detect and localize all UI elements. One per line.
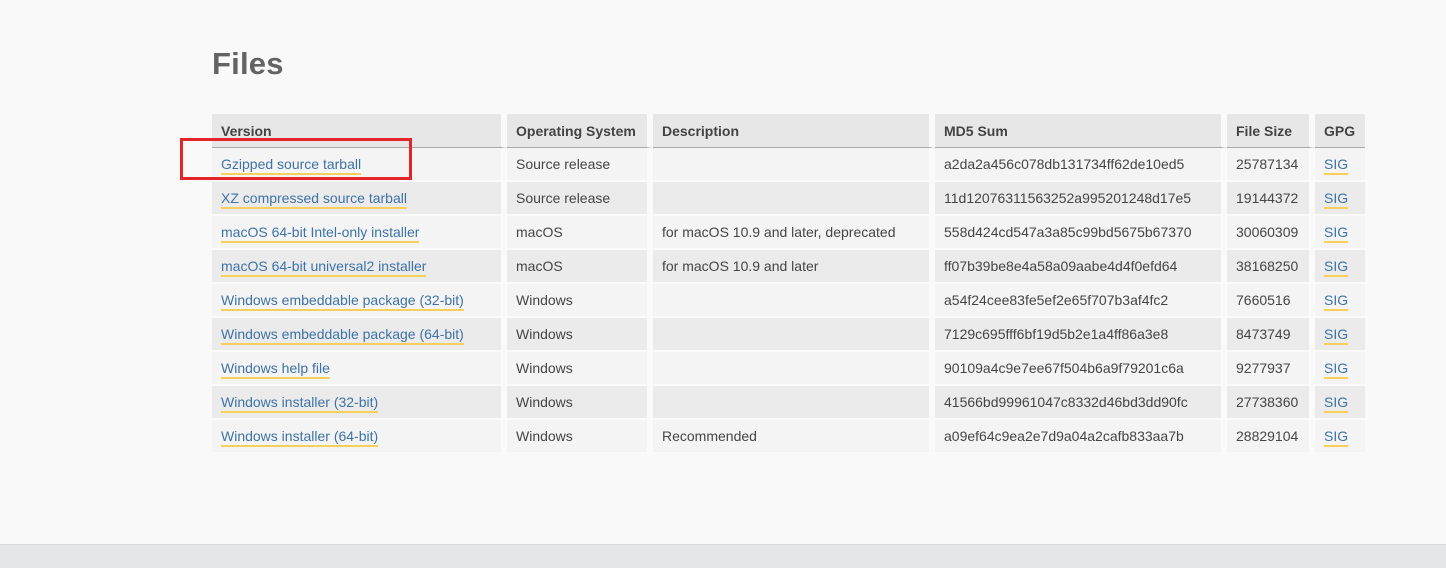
md5-cell: 11d12076311563252a995201248d17e5 (935, 182, 1227, 216)
file-link[interactable]: macOS 64-bit Intel-only installer (221, 224, 420, 243)
os-cell: macOS (507, 250, 653, 284)
sig-link[interactable]: SIG (1324, 258, 1349, 277)
file-link[interactable]: XZ compressed source tarball (221, 190, 407, 209)
gpg-cell: SIG (1315, 318, 1365, 352)
filesize-cell: 8473749 (1227, 318, 1315, 352)
column-header-filesize: File Size (1227, 114, 1315, 148)
column-header-os: Operating System (507, 114, 653, 148)
description-cell (653, 352, 935, 386)
version-cell: Windows help file (212, 352, 507, 386)
gpg-cell: SIG (1315, 284, 1365, 318)
sig-link[interactable]: SIG (1324, 156, 1349, 175)
sig-link[interactable]: SIG (1324, 224, 1349, 243)
filesize-cell: 19144372 (1227, 182, 1315, 216)
file-link[interactable]: Windows installer (64-bit) (221, 428, 379, 447)
description-cell: Recommended (653, 420, 935, 454)
table-row: macOS 64-bit universal2 installer macOS … (212, 250, 1365, 284)
description-cell (653, 386, 935, 420)
sig-link[interactable]: SIG (1324, 190, 1349, 209)
md5-cell: ff07b39be8e4a58a09aabe4d4f0efd64 (935, 250, 1227, 284)
md5-cell: a54f24cee83fe5ef2e65f707b3af4fc2 (935, 284, 1227, 318)
sig-link[interactable]: SIG (1324, 326, 1349, 345)
sig-link[interactable]: SIG (1324, 360, 1349, 379)
page: Files Version Operating System Descripti… (0, 0, 1446, 568)
os-cell: Windows (507, 352, 653, 386)
version-cell: Windows embeddable package (64-bit) (212, 318, 507, 352)
gpg-cell: SIG (1315, 352, 1365, 386)
os-cell: Source release (507, 182, 653, 216)
filesize-cell: 25787134 (1227, 148, 1315, 182)
md5-cell: a09ef64c9ea2e7d9a04a2cafb833aa7b (935, 420, 1227, 454)
table-row: Windows embeddable package (32-bit) Wind… (212, 284, 1365, 318)
file-link[interactable]: Windows help file (221, 360, 330, 379)
page-title: Files (212, 46, 284, 81)
filesize-cell: 9277937 (1227, 352, 1315, 386)
filesize-cell: 30060309 (1227, 216, 1315, 250)
md5-cell: 41566bd99961047c8332d46bd3dd90fc (935, 386, 1227, 420)
column-header-description: Description (653, 114, 935, 148)
sig-link[interactable]: SIG (1324, 394, 1349, 413)
gpg-cell: SIG (1315, 182, 1365, 216)
description-cell: for macOS 10.9 and later (653, 250, 935, 284)
version-cell: Windows installer (32-bit) (212, 386, 507, 420)
filesize-cell: 7660516 (1227, 284, 1315, 318)
table-row: Windows installer (32-bit) Windows 41566… (212, 386, 1365, 420)
table-row: Gzipped source tarball Source release a2… (212, 148, 1365, 182)
os-cell: Windows (507, 386, 653, 420)
table-row: Windows installer (64-bit) Windows Recom… (212, 420, 1365, 454)
md5-cell: a2da2a456c078db131734ff62de10ed5 (935, 148, 1227, 182)
file-link[interactable]: Gzipped source tarball (221, 156, 362, 175)
gpg-cell: SIG (1315, 250, 1365, 284)
filesize-cell: 27738360 (1227, 386, 1315, 420)
file-link[interactable]: Windows embeddable package (32-bit) (221, 292, 464, 311)
table-row: Windows help file Windows 90109a4c9e7ee6… (212, 352, 1365, 386)
sig-link[interactable]: SIG (1324, 428, 1349, 447)
description-cell (653, 318, 935, 352)
gpg-cell: SIG (1315, 386, 1365, 420)
version-cell: Windows embeddable package (32-bit) (212, 284, 507, 318)
os-cell: macOS (507, 216, 653, 250)
sig-link[interactable]: SIG (1324, 292, 1349, 311)
version-cell: macOS 64-bit universal2 installer (212, 250, 507, 284)
description-cell (653, 148, 935, 182)
filesize-cell: 38168250 (1227, 250, 1315, 284)
md5-cell: 558d424cd547a3a85c99bd5675b67370 (935, 216, 1227, 250)
os-cell: Windows (507, 284, 653, 318)
footer-band (0, 544, 1446, 568)
filesize-cell: 28829104 (1227, 420, 1315, 454)
files-table: Version Operating System Description MD5… (212, 114, 1365, 454)
column-header-gpg: GPG (1315, 114, 1365, 148)
table-row: macOS 64-bit Intel-only installer macOS … (212, 216, 1365, 250)
os-cell: Windows (507, 420, 653, 454)
table-row: Windows embeddable package (64-bit) Wind… (212, 318, 1365, 352)
file-link[interactable]: Windows installer (32-bit) (221, 394, 379, 413)
table-row: XZ compressed source tarball Source rele… (212, 182, 1365, 216)
os-cell: Source release (507, 148, 653, 182)
table-header-row: Version Operating System Description MD5… (212, 114, 1365, 148)
os-cell: Windows (507, 318, 653, 352)
file-link[interactable]: macOS 64-bit universal2 installer (221, 258, 427, 277)
version-cell: Gzipped source tarball (212, 148, 507, 182)
md5-cell: 7129c695fff6bf19d5b2e1a4ff86a3e8 (935, 318, 1227, 352)
column-header-version: Version (212, 114, 507, 148)
gpg-cell: SIG (1315, 216, 1365, 250)
file-link[interactable]: Windows embeddable package (64-bit) (221, 326, 464, 345)
version-cell: Windows installer (64-bit) (212, 420, 507, 454)
version-cell: XZ compressed source tarball (212, 182, 507, 216)
description-cell (653, 284, 935, 318)
description-cell: for macOS 10.9 and later, deprecated (653, 216, 935, 250)
version-cell: macOS 64-bit Intel-only installer (212, 216, 507, 250)
gpg-cell: SIG (1315, 148, 1365, 182)
gpg-cell: SIG (1315, 420, 1365, 454)
description-cell (653, 182, 935, 216)
column-header-md5: MD5 Sum (935, 114, 1227, 148)
md5-cell: 90109a4c9e7ee67f504b6a9f79201c6a (935, 352, 1227, 386)
